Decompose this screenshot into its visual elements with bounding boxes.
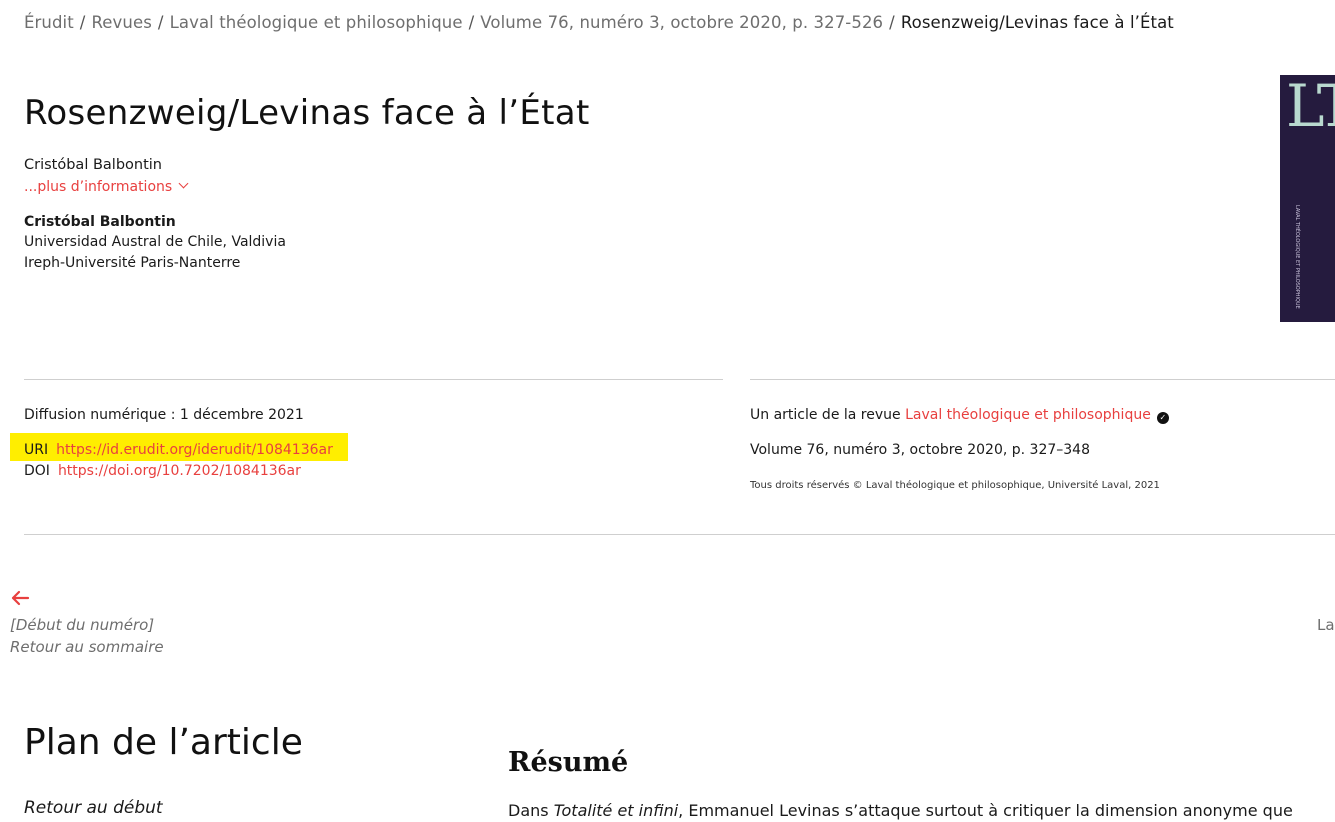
arrow-left-icon[interactable] bbox=[10, 590, 30, 610]
breadcrumb-item-journal[interactable]: Laval théologique et philosophique bbox=[170, 13, 463, 32]
breadcrumb-separator: / bbox=[157, 13, 164, 32]
breadcrumb: Érudit / Revues / Laval théologique et philo… bbox=[24, 13, 1174, 32]
publication-date: Diffusion numérique : 1 décembre 2021 bbox=[24, 407, 304, 423]
breadcrumb-separator: / bbox=[889, 13, 895, 32]
next-article-link[interactable]: La bbox=[1317, 616, 1335, 634]
journal-link[interactable]: Laval théologique et philosophique bbox=[905, 407, 1151, 423]
uri-row: URI https://id.erudit.org/iderudit/108413… bbox=[24, 442, 333, 458]
divider bbox=[24, 379, 723, 380]
journal-line: Un article de la revue Laval théologique… bbox=[750, 407, 1169, 424]
breadcrumb-item-erudit[interactable]: Érudit bbox=[24, 13, 74, 32]
uri-link[interactable]: https://id.erudit.org/iderudit/1084136ar bbox=[56, 442, 333, 458]
doi-label: DOI bbox=[24, 463, 50, 479]
chevron-down-icon bbox=[178, 178, 189, 189]
abstract-text-start: Dans bbox=[508, 801, 549, 820]
abstract-title: Résumé bbox=[508, 747, 629, 778]
back-to-top-link[interactable]: Retour au début bbox=[24, 798, 163, 818]
volume-info: Volume 76, numéro 3, octobre 2020, p. 32… bbox=[750, 442, 1090, 458]
abstract-text: Dans Totalité et infini, Emmanuel Levina… bbox=[508, 801, 1293, 820]
previous-article-link[interactable]: [Début du numéro] bbox=[10, 616, 154, 634]
author-affiliation: Universidad Austral de Chile, Valdivia bbox=[24, 234, 286, 250]
uri-label: URI bbox=[24, 442, 49, 458]
journal-prefix: Un article de la revue bbox=[750, 407, 901, 423]
divider bbox=[750, 379, 1335, 380]
rights-notice: Tous droits réservés © Laval théologique… bbox=[750, 480, 1160, 491]
breadcrumb-item-issue[interactable]: Volume 76, numéro 3, octobre 2020, p. 32… bbox=[480, 13, 883, 32]
author-line: Cristóbal Balbontin bbox=[24, 157, 162, 173]
author-name: Cristóbal Balbontin bbox=[24, 214, 176, 230]
breadcrumb-item-revues[interactable]: Revues bbox=[91, 13, 151, 32]
abstract-text-rest: , Emmanuel Levinas s’attaque surtout à c… bbox=[678, 801, 1293, 820]
cover-logo: LTP bbox=[1286, 75, 1335, 140]
back-to-toc-link[interactable]: Retour au sommaire bbox=[10, 638, 164, 656]
author-affiliation: Ireph-Université Paris-Nanterre bbox=[24, 255, 241, 271]
breadcrumb-separator: / bbox=[79, 13, 86, 32]
article-plan-title: Plan de l’article bbox=[24, 722, 303, 763]
more-info-toggle[interactable]: ...plus d’informations bbox=[24, 178, 189, 195]
cover-spine-text: LAVAL THÉOLOGIQUE ET PHILOSOPHIQUE bbox=[1294, 205, 1300, 309]
abstract-book-title: Totalité et infini bbox=[553, 801, 679, 820]
divider bbox=[24, 534, 1335, 535]
journal-cover-image[interactable]: LTP LAVAL THÉOLOGIQUE ET PHILOSOPHIQUE bbox=[1280, 75, 1335, 322]
article-title: Rosenzweig/Levinas face à l’État bbox=[24, 93, 590, 133]
verified-check-icon: ✓ bbox=[1156, 412, 1169, 424]
doi-link[interactable]: https://doi.org/10.7202/1084136ar bbox=[58, 463, 301, 479]
breadcrumb-separator: / bbox=[468, 13, 475, 32]
more-info-label: ...plus d’informations bbox=[24, 179, 173, 195]
breadcrumb-item-current: Rosenzweig/Levinas face à l’État bbox=[900, 13, 1174, 32]
doi-row: DOI https://doi.org/10.7202/1084136ar bbox=[24, 463, 301, 479]
